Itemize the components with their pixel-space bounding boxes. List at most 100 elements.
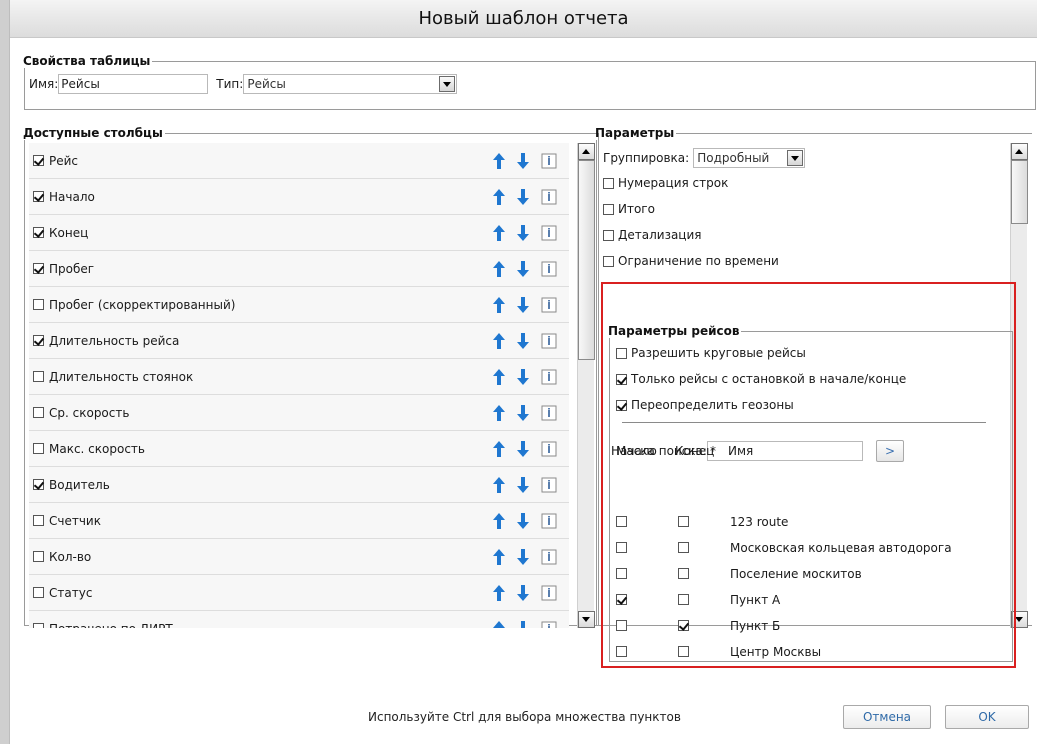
arrow-down-icon[interactable] <box>515 368 531 386</box>
column-row[interactable]: Пробег (скорректированный) <box>29 287 569 323</box>
arrow-up-icon[interactable] <box>491 620 507 628</box>
column-row[interactable]: Длительность рейса <box>29 323 569 359</box>
zone-start-checkbox[interactable] <box>616 646 627 657</box>
arrow-up-icon[interactable] <box>491 548 507 566</box>
column-row[interactable]: Рейс <box>29 143 569 179</box>
arrow-up-icon[interactable] <box>491 296 507 314</box>
parameter-checkbox[interactable] <box>603 255 614 267</box>
geozone-row[interactable]: Пункт А <box>610 590 990 616</box>
arrow-down-icon[interactable] <box>515 584 531 602</box>
arrow-up-icon[interactable] <box>491 584 507 602</box>
cancel-button[interactable]: Отмена <box>843 705 931 729</box>
column-row[interactable]: Конец <box>29 215 569 251</box>
ok-button[interactable]: OK <box>945 705 1029 729</box>
column-checkbox[interactable] <box>33 407 44 418</box>
geozone-row[interactable]: Пункт Б <box>610 616 990 642</box>
info-icon[interactable] <box>541 620 557 628</box>
info-icon[interactable] <box>541 584 557 602</box>
name-input[interactable] <box>58 74 209 94</box>
zone-end-checkbox[interactable] <box>678 542 689 553</box>
arrow-down-icon[interactable] <box>515 440 531 458</box>
trip-option[interactable]: Переопределить геозоны <box>616 398 794 412</box>
parameter-option[interactable]: Нумерация строк <box>603 176 728 190</box>
column-row[interactable]: Кол-во <box>29 539 569 575</box>
geozone-row[interactable]: Поселение москитов <box>610 564 990 590</box>
scroll-thumb[interactable] <box>1011 160 1028 224</box>
scroll-down-icon[interactable] <box>578 611 595 628</box>
column-checkbox[interactable] <box>33 443 44 454</box>
column-row[interactable]: Потрачено по ДИРТ <box>29 611 569 628</box>
arrow-down-icon[interactable] <box>515 224 531 242</box>
parameter-checkbox[interactable] <box>603 203 614 215</box>
trip-option[interactable]: Разрешить круговые рейсы <box>616 346 806 360</box>
arrow-up-icon[interactable] <box>491 476 507 494</box>
parameter-option[interactable]: Ограничение по времени <box>603 254 779 268</box>
info-icon[interactable] <box>541 476 557 494</box>
scroll-up-icon[interactable] <box>578 143 595 160</box>
arrow-up-icon[interactable] <box>491 152 507 170</box>
column-checkbox[interactable] <box>33 263 44 274</box>
column-checkbox[interactable] <box>33 299 44 310</box>
column-checkbox[interactable] <box>33 191 44 202</box>
zone-start-checkbox[interactable] <box>616 620 627 631</box>
arrow-up-icon[interactable] <box>491 512 507 530</box>
info-icon[interactable] <box>541 332 557 350</box>
zone-start-checkbox[interactable] <box>616 516 627 527</box>
parameter-checkbox[interactable] <box>603 177 614 189</box>
info-icon[interactable] <box>541 260 557 278</box>
column-row[interactable]: Счетчик <box>29 503 569 539</box>
column-checkbox[interactable] <box>33 155 44 166</box>
column-row[interactable]: Начало <box>29 179 569 215</box>
zone-start-checkbox[interactable] <box>616 568 627 579</box>
arrow-down-icon[interactable] <box>515 188 531 206</box>
info-icon[interactable] <box>541 296 557 314</box>
zone-end-checkbox[interactable] <box>678 620 689 631</box>
arrow-up-icon[interactable] <box>491 224 507 242</box>
zone-start-checkbox[interactable] <box>616 594 627 605</box>
trip-option-checkbox[interactable] <box>616 347 627 359</box>
zone-end-checkbox[interactable] <box>678 516 689 527</box>
arrow-down-icon[interactable] <box>515 152 531 170</box>
info-icon[interactable] <box>541 404 557 422</box>
arrow-down-icon[interactable] <box>515 332 531 350</box>
column-checkbox[interactable] <box>33 335 44 346</box>
zone-start-checkbox[interactable] <box>616 542 627 553</box>
column-checkbox[interactable] <box>33 623 44 628</box>
info-icon[interactable] <box>541 224 557 242</box>
info-icon[interactable] <box>541 440 557 458</box>
zone-end-checkbox[interactable] <box>678 594 689 605</box>
column-checkbox[interactable] <box>33 551 44 562</box>
scroll-thumb[interactable] <box>578 160 595 360</box>
info-icon[interactable] <box>541 188 557 206</box>
column-checkbox[interactable] <box>33 227 44 238</box>
chevron-down-icon[interactable] <box>787 150 804 166</box>
columns-scrollbar[interactable] <box>577 143 595 628</box>
info-icon[interactable] <box>541 152 557 170</box>
column-row[interactable]: Ср. скорость <box>29 395 569 431</box>
info-icon[interactable] <box>541 368 557 386</box>
column-checkbox[interactable] <box>33 479 44 490</box>
column-checkbox[interactable] <box>33 587 44 598</box>
arrow-down-icon[interactable] <box>515 476 531 494</box>
arrow-up-icon[interactable] <box>491 260 507 278</box>
geozone-row[interactable]: Центр Москвы <box>610 642 990 668</box>
column-row[interactable]: Макс. скорость <box>29 431 569 467</box>
arrow-down-icon[interactable] <box>515 512 531 530</box>
arrow-down-icon[interactable] <box>515 296 531 314</box>
column-row[interactable]: Длительность стоянок <box>29 359 569 395</box>
arrow-down-icon[interactable] <box>515 620 531 628</box>
type-select[interactable]: Рейсы <box>243 74 458 94</box>
parameter-option[interactable]: Итого <box>603 202 655 216</box>
zone-end-checkbox[interactable] <box>678 568 689 579</box>
geozone-row[interactable]: Московская кольцевая автодорога <box>610 538 990 564</box>
column-row[interactable]: Статус <box>29 575 569 611</box>
arrow-up-icon[interactable] <box>491 368 507 386</box>
apply-mask-button[interactable]: > <box>876 440 904 462</box>
arrow-down-icon[interactable] <box>515 548 531 566</box>
column-row[interactable]: Пробег <box>29 251 569 287</box>
trip-option-checkbox[interactable] <box>616 373 627 385</box>
grouping-select[interactable]: Подробный <box>693 148 806 168</box>
arrow-up-icon[interactable] <box>491 332 507 350</box>
arrow-up-icon[interactable] <box>491 188 507 206</box>
column-row[interactable]: Водитель <box>29 467 569 503</box>
